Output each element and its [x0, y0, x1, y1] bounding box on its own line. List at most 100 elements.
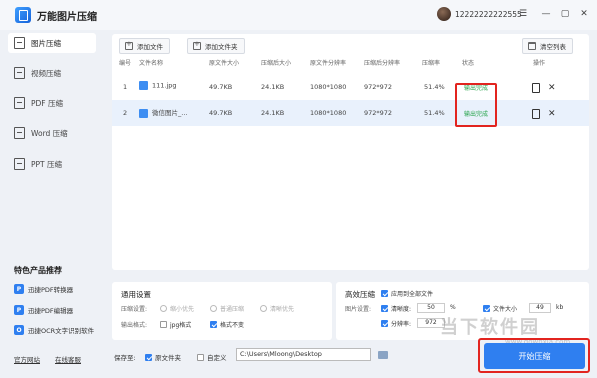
new-size: 24.1KB	[261, 109, 285, 117]
product-pdf-converter[interactable]: P 迅捷PDF转换器	[14, 284, 73, 294]
menu-icon[interactable]: ☰	[517, 8, 529, 20]
custom-folder-checkbox[interactable]: 自定义	[197, 352, 227, 362]
maximize-icon[interactable]: ▢	[559, 8, 571, 20]
products-title: 特色产品推荐	[14, 266, 62, 275]
radio-icon	[160, 305, 167, 312]
title-bar: 万能图片压缩 12222222222555 ☰ — ▢ ✕	[0, 0, 597, 30]
clear-list-button[interactable]: 清空列表	[522, 38, 573, 54]
table-row[interactable]: 1 111.jpg 49.7KB 24.1KB 1080*1080 972*97…	[112, 74, 589, 100]
option-label: 分辨率:	[391, 321, 412, 328]
radio-smaller-first[interactable]: 缩小优先	[160, 304, 194, 313]
sidebar-item-word-compress[interactable]: Word 压缩	[8, 123, 96, 143]
radio-icon	[260, 305, 267, 312]
orig-folder-checkbox[interactable]: 原文件夹	[145, 352, 181, 362]
pdf-converter-icon: P	[14, 284, 24, 294]
checkbox-icon	[160, 321, 167, 328]
filesize-unit: kb	[556, 304, 564, 311]
checkbox-checked-icon	[145, 353, 152, 361]
column-header: 压缩后大小	[261, 60, 292, 67]
file-list-panel: 添加文件 添加文件夹 清空列表 编号 文件名称 原文件大小 压缩后大小 原文件分…	[112, 34, 589, 270]
ocr-icon: O	[14, 325, 24, 335]
option-label: 格式不变	[220, 322, 245, 329]
orig-size: 49.7KB	[209, 109, 233, 117]
product-pdf-editor[interactable]: P 迅捷PDF编辑器	[14, 305, 73, 315]
sidebar-item-label: Word 压缩	[31, 128, 68, 138]
trash-icon	[528, 42, 536, 50]
checkbox-icon	[197, 353, 204, 361]
status-highlight-box	[455, 83, 497, 127]
product-label: 迅捷PDF转换器	[28, 286, 74, 294]
sidebar-item-label: PPT 压缩	[31, 159, 63, 169]
quality-unit: %	[450, 304, 456, 311]
close-icon[interactable]: ✕	[578, 8, 590, 20]
option-label: 清晰度:	[391, 306, 412, 313]
new-resolution: 972*972	[364, 83, 393, 91]
official-site-link[interactable]: 官方网站	[14, 354, 40, 364]
checkbox-checked-icon	[381, 305, 388, 312]
option-label: 文件大小	[493, 306, 518, 313]
remove-row-icon[interactable]: ✕	[548, 109, 556, 119]
remove-row-icon[interactable]: ✕	[548, 83, 556, 93]
column-header: 状态	[462, 60, 475, 67]
sidebar-item-label: 视频压缩	[31, 68, 61, 78]
column-header: 原文件大小	[209, 60, 240, 67]
image-icon	[14, 37, 25, 49]
start-compress-button[interactable]: 开始压缩	[484, 343, 585, 369]
ppt-icon	[14, 158, 25, 170]
table-row[interactable]: 2 微信图片_... 49.7KB 24.1KB 1080*1080 972*9…	[112, 100, 589, 126]
apply-all-checkbox[interactable]: 应用到全部文件	[381, 289, 433, 298]
user-account[interactable]: 12222222222555	[437, 7, 522, 21]
output-format-label: 输出格式:	[121, 322, 148, 329]
file-name: 111.jpg	[139, 81, 177, 90]
sidebar-item-pdf-compress[interactable]: PDF 压缩	[8, 93, 96, 113]
option-label: 原文件夹	[155, 354, 181, 362]
video-icon	[14, 67, 25, 79]
product-label: 迅捷OCR文字识别软件	[28, 327, 95, 335]
support-link[interactable]: 在线客服	[55, 354, 81, 364]
open-file-icon[interactable]	[532, 83, 540, 96]
folder-icon[interactable]	[378, 351, 388, 359]
minimize-icon[interactable]: —	[540, 8, 552, 20]
checkbox-jpg-format[interactable]: jpg格式	[160, 320, 191, 329]
product-ocr[interactable]: O 迅捷OCR文字识别软件	[14, 325, 94, 335]
quality-input[interactable]: 50	[417, 303, 445, 313]
option-label: 应用到全部文件	[391, 291, 434, 298]
file-name: 微信图片_...	[139, 107, 187, 118]
column-header: 原文件分辨率	[310, 60, 347, 67]
filesize-input[interactable]: 49	[529, 303, 551, 313]
general-settings-title: 通用设置	[121, 290, 151, 299]
open-file-icon[interactable]	[532, 109, 540, 122]
radio-clarity-first[interactable]: 清晰优先	[260, 304, 294, 313]
word-icon	[14, 127, 25, 139]
row-index: 1	[123, 83, 128, 91]
sidebar-item-image-compress[interactable]: 图片压缩	[8, 33, 96, 53]
resolution-checkbox[interactable]: 分辨率:	[381, 319, 411, 328]
checkbox-checked-icon	[210, 321, 217, 328]
column-header: 编号	[119, 60, 132, 67]
add-folder-button[interactable]: 添加文件夹	[187, 38, 245, 54]
checkbox-checked-icon	[483, 305, 490, 312]
add-file-label: 添加文件	[137, 43, 163, 51]
radio-normal[interactable]: 普通压缩	[210, 304, 244, 313]
checkbox-checked-icon	[381, 320, 388, 327]
compress-ratio: 51.4%	[424, 109, 445, 117]
watermark: 当下软件园	[440, 317, 540, 338]
filesize-checkbox[interactable]: 文件大小	[483, 304, 517, 313]
sidebar-item-ppt-compress[interactable]: PPT 压缩	[8, 154, 96, 174]
sidebar-item-video-compress[interactable]: 视频压缩	[8, 63, 96, 83]
row-index: 2	[123, 109, 128, 117]
add-file-icon	[125, 40, 133, 50]
image-thumbnail-icon	[139, 81, 148, 90]
orig-resolution: 1080*1080	[310, 83, 347, 91]
file-name-text: 111.jpg	[152, 81, 177, 90]
app-title: 万能图片压缩	[37, 11, 97, 23]
app-logo-icon	[15, 7, 31, 23]
option-label: 缩小优先	[170, 306, 195, 313]
image-settings-label: 图片设置:	[345, 306, 372, 313]
checkbox-keep-format[interactable]: 格式不变	[210, 320, 244, 329]
add-file-button[interactable]: 添加文件	[119, 38, 170, 54]
save-path-input[interactable]: C:\Users\Mloong\Desktop	[236, 348, 371, 361]
column-header: 文件名称	[139, 60, 164, 67]
avatar[interactable]	[437, 7, 451, 21]
quality-checkbox[interactable]: 清晰度:	[381, 304, 411, 313]
